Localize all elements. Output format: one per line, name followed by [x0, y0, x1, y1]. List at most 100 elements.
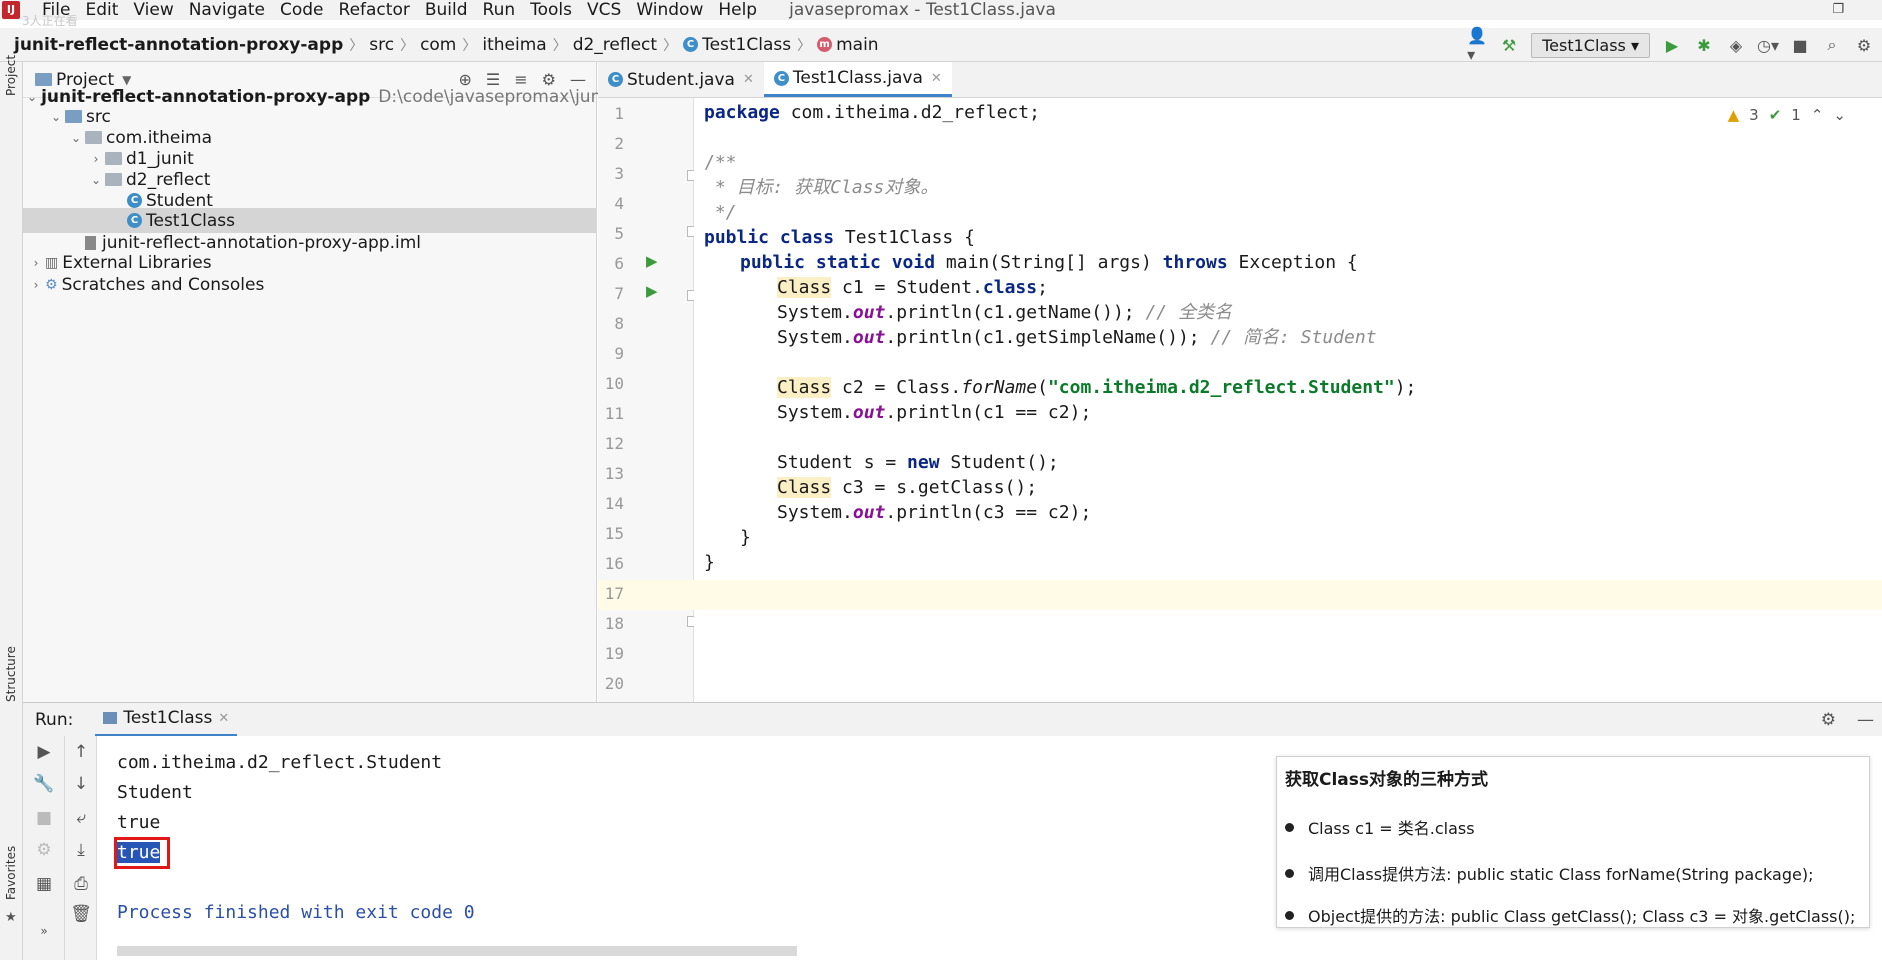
gear-icon[interactable]: ⚙: [1821, 710, 1836, 730]
run-config-select[interactable]: Test1Class ▾: [1531, 32, 1650, 58]
code-token: "com.itheima.d2_reflect.Student": [1047, 377, 1395, 398]
code-line: package com.itheima.d2_reflect;: [704, 98, 1040, 128]
profile-icon[interactable]: ◷▾: [1757, 35, 1779, 55]
project-tool-button[interactable]: Project: [4, 55, 18, 96]
code-token: // 全类名: [1145, 302, 1232, 323]
current-line-highlight: [694, 580, 1882, 610]
tree-item-label: External Libraries: [62, 252, 212, 273]
menu-navigate[interactable]: Navigate: [189, 0, 265, 20]
code-token: System.: [777, 327, 853, 348]
line-number: 8: [614, 314, 624, 333]
chevron-down-icon: ⌄: [50, 109, 62, 124]
line-number: 7: [614, 284, 624, 303]
coverage-icon[interactable]: ◈: [1726, 35, 1746, 55]
menu-code[interactable]: Code: [280, 0, 324, 20]
tree-item-label: Scratches and Consoles: [61, 274, 265, 295]
close-icon[interactable]: ✕: [218, 711, 229, 726]
breadcrumb-class[interactable]: C Test1Class: [683, 35, 791, 55]
line-number: 19: [604, 644, 624, 663]
chevron-up-icon[interactable]: ⌃: [1811, 106, 1824, 124]
chevron-right-icon: 〉: [797, 37, 812, 54]
run-class-gutter-icon[interactable]: ▶: [646, 252, 658, 270]
code-token: Student();: [939, 452, 1059, 473]
run-main-gutter-icon[interactable]: ▶: [646, 282, 658, 300]
code-token: Class: [777, 277, 832, 298]
more-icon[interactable]: »: [32, 924, 56, 938]
trash-icon[interactable]: 🗑: [69, 904, 93, 924]
info-popup: 获取Class对象的三种方式 Class c1 = 类名.class 调用Cla…: [1276, 756, 1870, 928]
menu-build[interactable]: Build: [425, 0, 468, 20]
hide-panel-icon[interactable]: —: [1857, 710, 1874, 730]
tab-student-java[interactable]: C Student.java ✕: [598, 62, 764, 97]
code-token: public class: [704, 227, 835, 248]
code-token: public static void: [740, 252, 936, 273]
code-token: com.itheima.d2_reflect;: [779, 102, 1040, 123]
arrow-down-icon[interactable]: ↓: [69, 774, 93, 794]
stop-icon[interactable]: ■: [1790, 35, 1810, 55]
chevron-right-icon: 〉: [462, 37, 477, 54]
breadcrumb-method-label: main: [836, 34, 879, 55]
main-menu: File Edit View Navigate Code Refactor Bu…: [42, 0, 757, 20]
restore-layout-icon[interactable]: ⚙: [32, 840, 56, 860]
menu-bar: IJ 3人正在看 File Edit View Navigate Code Re…: [0, 0, 1882, 28]
tree-item-scratches[interactable]: › ⚙ Scratches and Consoles: [23, 272, 597, 297]
window-title: javasepromax - Test1Class.java: [789, 0, 1056, 20]
console-horizontal-scrollbar[interactable]: [117, 946, 797, 956]
code-line: }: [740, 527, 751, 548]
soft-wrap-icon[interactable]: ⤶: [69, 808, 93, 828]
print-icon[interactable]: ⎙: [69, 874, 93, 894]
menu-vcs[interactable]: VCS: [587, 0, 621, 20]
breadcrumb-method[interactable]: m main: [817, 34, 879, 55]
code-editor[interactable]: package com.itheima.d2_reflect; /** * 目标…: [694, 98, 1882, 702]
code-token: System.: [777, 402, 853, 423]
breadcrumb-class-label: Test1Class: [702, 34, 792, 55]
user-icon[interactable]: 👤▾: [1467, 26, 1487, 64]
menu-edit[interactable]: Edit: [85, 0, 118, 20]
close-icon[interactable]: ✕: [743, 72, 754, 87]
code-token: System.: [777, 502, 853, 523]
layout-icon[interactable]: ▦: [32, 874, 56, 894]
inspection-widget[interactable]: ▲ 3 ✔ 1 ⌃ ⌄: [1728, 106, 1846, 124]
package-icon: [105, 173, 122, 186]
debug-icon[interactable]: ✱: [1694, 35, 1714, 55]
favorites-tool-button[interactable]: Favorites: [4, 846, 18, 900]
run-icon[interactable]: ▶: [1662, 35, 1682, 55]
menu-help[interactable]: Help: [718, 0, 757, 20]
menu-run[interactable]: Run: [483, 0, 516, 20]
structure-tool-button[interactable]: Structure: [4, 646, 18, 702]
menu-view[interactable]: View: [133, 0, 173, 20]
breadcrumb-project[interactable]: junit-reflect-annotation-proxy-app: [14, 35, 343, 55]
breadcrumb-itheima[interactable]: itheima: [482, 35, 546, 55]
code-line: System.out.println(c3 == c2);: [777, 498, 1091, 528]
line-number: 18: [604, 614, 624, 633]
menu-window[interactable]: Window: [636, 0, 703, 20]
code-token: // 简名: Student: [1210, 327, 1377, 348]
chevron-right-icon: 〉: [349, 37, 364, 54]
restore-window-icon[interactable]: ❐: [1832, 2, 1844, 17]
arrow-up-icon[interactable]: ↑: [69, 742, 93, 762]
run-tab-label: Test1Class: [123, 708, 213, 728]
breadcrumb-src[interactable]: src: [369, 35, 394, 55]
chevron-down-icon: ⌄: [90, 172, 102, 187]
tab-test1class-java[interactable]: C Test1Class.java ✕: [763, 62, 952, 97]
chevron-down-icon[interactable]: ⌄: [1833, 106, 1846, 124]
navigation-bar: junit-reflect-annotation-proxy-app 〉 src…: [0, 26, 1882, 64]
menu-tools[interactable]: Tools: [530, 0, 572, 20]
wrench-icon[interactable]: 🔧: [32, 774, 56, 794]
popup-item: Object提供的方法: public Class getClass(); Cl…: [1285, 903, 1855, 927]
settings-gear-icon[interactable]: ⚙: [1854, 35, 1874, 55]
rerun-icon[interactable]: ▶: [32, 742, 56, 762]
breadcrumb-com[interactable]: com: [420, 35, 456, 55]
menu-refactor[interactable]: Refactor: [339, 0, 410, 20]
build-hammer-icon[interactable]: ⚒: [1499, 35, 1519, 55]
line-number: 20: [604, 674, 624, 693]
close-icon[interactable]: ✕: [931, 71, 942, 86]
bullet-icon: [1285, 910, 1294, 920]
class-icon: C: [127, 193, 142, 208]
tree-item-label: Test1Class: [146, 210, 236, 231]
popup-item-text: Class c1 = 类名.class: [1308, 819, 1475, 838]
breadcrumb-d2-reflect[interactable]: d2_reflect: [573, 35, 657, 55]
search-icon[interactable]: ⌕: [1822, 35, 1842, 55]
stop-icon[interactable]: ■: [32, 808, 56, 828]
scroll-to-end-icon[interactable]: ⤓: [69, 840, 93, 860]
